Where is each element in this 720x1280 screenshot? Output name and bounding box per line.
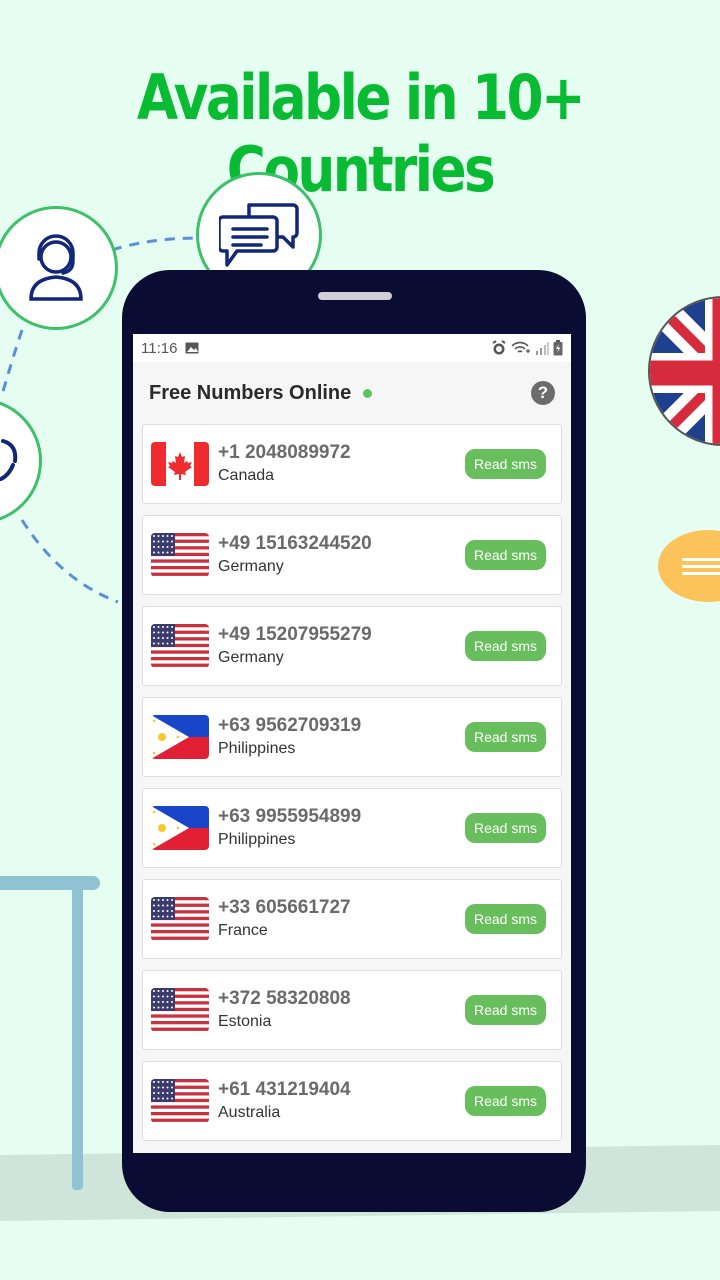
number-info: +49 15163244520 Germany xyxy=(218,532,372,578)
phone-number: +33 605661727 xyxy=(218,897,351,918)
country-name: Philippines xyxy=(218,740,296,757)
phone-speaker xyxy=(318,292,392,300)
philippines-flag-icon xyxy=(151,715,209,759)
image-icon xyxy=(185,342,199,354)
number-list-item[interactable]: +372 58320808 Estonia Read sms xyxy=(142,970,562,1050)
read-sms-button[interactable]: Read sms xyxy=(464,995,546,1025)
number-info: +33 605661727 France xyxy=(218,896,351,942)
number-info: +49 15207955279 Germany xyxy=(218,623,372,669)
number-list: +1 2048089972 Canada Read sms +49 151632… xyxy=(133,424,571,1141)
read-sms-button[interactable]: Read sms xyxy=(464,722,546,752)
signal-icon xyxy=(536,342,549,355)
number-list-item[interactable]: +49 15163244520 Germany Read sms xyxy=(142,515,562,595)
status-time: 11:16 xyxy=(141,339,178,357)
read-sms-button[interactable]: Read sms xyxy=(464,904,546,934)
number-info: +1 2048089972 Canada xyxy=(218,441,351,487)
usa-flag-icon xyxy=(151,1079,209,1123)
number-list-item[interactable]: +63 9955954899 Philippines Read sms xyxy=(142,788,562,868)
usa-flag-icon xyxy=(151,624,209,668)
number-list-item[interactable]: +1 2048089972 Canada Read sms xyxy=(142,424,562,504)
usa-flag-icon xyxy=(151,897,209,941)
read-sms-button[interactable]: Read sms xyxy=(464,540,546,570)
country-name: Philippines xyxy=(218,831,296,848)
number-info: +63 9955954899 Philippines xyxy=(218,805,361,851)
country-name: Canada xyxy=(218,467,275,484)
number-info: +372 58320808 Estonia xyxy=(218,987,351,1033)
number-list-item[interactable]: +49 15207955279 Germany Read sms xyxy=(142,606,562,686)
country-name: Germany xyxy=(218,649,284,666)
wifi-icon xyxy=(511,341,530,353)
country-name: Estonia xyxy=(218,1013,272,1030)
app-screen: 11:16 Free Numbers Online ? +1 204808997… xyxy=(133,334,571,1153)
support-agent-icon xyxy=(29,234,83,301)
phone-number: +49 15207955279 xyxy=(218,624,372,645)
phone-number: +49 15163244520 xyxy=(218,533,372,554)
app-header: Free Numbers Online ? xyxy=(133,362,571,424)
read-sms-button[interactable]: Read sms xyxy=(464,813,546,843)
phone-number: +1 2048089972 xyxy=(218,442,351,463)
app-title: Free Numbers Online xyxy=(149,381,352,404)
battery-charging-icon xyxy=(553,340,563,356)
read-sms-button[interactable]: Read sms xyxy=(464,1086,546,1116)
philippines-flag-icon xyxy=(151,806,209,850)
phone-number: +63 9955954899 xyxy=(218,806,362,827)
country-name: Australia xyxy=(218,1104,281,1121)
phone-number: +61 431219404 xyxy=(218,1079,351,1100)
canada-flag-icon xyxy=(151,442,209,486)
number-list-item[interactable]: +33 605661727 France Read sms xyxy=(142,879,562,959)
phone-number: +372 58320808 xyxy=(218,988,351,1009)
refresh-icon xyxy=(0,439,18,481)
number-info: +63 9562709319 Philippines xyxy=(218,714,361,760)
country-name: Germany xyxy=(218,558,284,575)
status-bar: 11:16 xyxy=(133,334,571,362)
help-button[interactable]: ? xyxy=(531,381,555,405)
usa-flag-icon xyxy=(151,533,209,577)
number-list-item[interactable]: +63 9562709319 Philippines Read sms xyxy=(142,697,562,777)
alarm-icon xyxy=(492,340,506,355)
number-list-item[interactable]: +61 431219404 Australia Read sms xyxy=(142,1061,562,1141)
chat-bubbles-icon xyxy=(219,203,299,267)
usa-flag-icon xyxy=(151,988,209,1032)
number-info: +61 431219404 Australia xyxy=(218,1078,351,1124)
phone-number: +63 9562709319 xyxy=(218,715,362,736)
phone-frame: 11:16 Free Numbers Online ? +1 204808997… xyxy=(122,270,586,1212)
online-status-dot xyxy=(363,388,373,398)
country-name: France xyxy=(218,922,268,939)
read-sms-button[interactable]: Read sms xyxy=(464,449,546,479)
read-sms-button[interactable]: Read sms xyxy=(464,631,546,661)
